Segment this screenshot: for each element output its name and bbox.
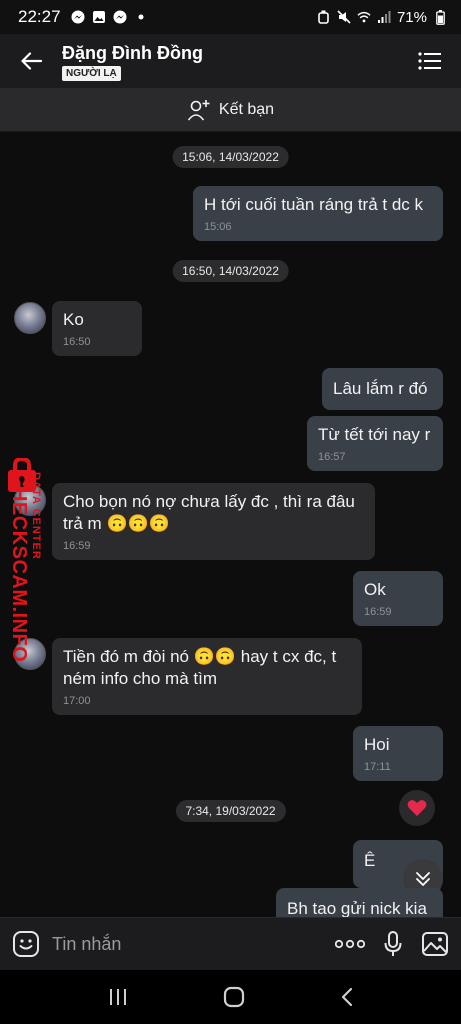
notification-dot-icon	[134, 10, 148, 24]
microphone-icon	[384, 931, 402, 956]
message-text-line1: Cho bọn nó nợ chưa lấy đc , thì ra đâu	[63, 492, 355, 511]
contact-avatar[interactable]	[14, 302, 46, 334]
status-bar: 22:27 71%	[0, 0, 461, 34]
message-text-line2: trả m 🙃🙃🙃	[63, 514, 170, 533]
message-text: Bh tao gửi nick kia	[287, 899, 427, 917]
message-time: 16:50	[63, 336, 91, 348]
options-menu-button[interactable]	[399, 34, 461, 88]
nav-back-button[interactable]	[340, 987, 354, 1007]
message-text: Ok	[364, 580, 386, 599]
add-friend-button[interactable]: Kết bạn	[0, 88, 461, 132]
message-time: 17:00	[63, 695, 91, 707]
status-time: 22:27	[18, 7, 61, 26]
battery-icon	[433, 9, 447, 25]
message-input[interactable]: Tin nhắn	[52, 934, 121, 955]
contact-info[interactable]: Đặng Đình Đồng NGƯỜI LẠ	[62, 42, 203, 81]
message-text: H tới cuối tuần ráng trả t dc k	[204, 195, 424, 214]
message-time: 17:11	[364, 761, 391, 773]
message-text: Ko	[63, 310, 84, 329]
wifi-icon	[357, 10, 371, 24]
alarm-icon	[317, 10, 331, 24]
add-friend-label: Kết bạn	[218, 100, 275, 118]
watermark: DATA CENTER CHECKSCAM.INFO	[4, 456, 48, 678]
date-separator: 16:50, 14/03/2022	[172, 260, 289, 282]
messenger-notification-icon-2	[113, 10, 127, 24]
message-time: 16:57	[318, 451, 346, 463]
message-text: Ê	[364, 851, 376, 870]
emoji-icon	[13, 931, 39, 957]
message-text: Từ tết tới nay r	[318, 425, 431, 444]
nav-home-button[interactable]	[223, 986, 245, 1008]
heart-reaction[interactable]	[399, 790, 435, 826]
chevron-down-icon	[416, 872, 430, 886]
heart-icon	[407, 800, 427, 816]
message-text-line1: Tiền đó m đòi nó 🙃🙃 hay t cx đc, t	[63, 647, 337, 666]
contact-name: Đặng Đình Đồng	[62, 42, 203, 63]
message-text: Lâu lắm r đó	[333, 379, 428, 398]
message-list[interactable]: 15:06, 14/03/2022 H tới cuối tuần ráng t…	[0, 132, 461, 917]
message-incoming[interactable]: Tiền đó m đòi nó 🙃🙃 hay t cx đc, t ném i…	[52, 638, 362, 715]
message-incoming[interactable]: Ko 16:50	[52, 301, 142, 356]
nav-back-icon	[341, 987, 352, 1007]
message-outgoing[interactable]: H tới cuối tuần ráng trả t dc k 15:06	[193, 186, 443, 241]
add-user-icon	[187, 99, 210, 121]
message-outgoing[interactable]: Từ tết tới nay r 16:57	[307, 416, 443, 471]
image-icon	[422, 932, 448, 956]
messenger-notification-icon	[71, 10, 85, 24]
back-arrow-icon	[21, 52, 42, 70]
watermark-line1: DATA CENTER	[30, 472, 42, 560]
date-separator: 7:34, 19/03/2022	[175, 800, 286, 822]
message-outgoing[interactable]: Lâu lắm r đó	[322, 368, 443, 410]
voice-button[interactable]	[383, 930, 403, 958]
message-outgoing[interactable]: Bh tao gửi nick kia	[276, 888, 443, 917]
watermark-line2: CHECKSCAM.INFO	[8, 472, 30, 663]
chat-header: Đặng Đình Đồng NGƯỜI LẠ	[0, 34, 461, 88]
message-time: 16:59	[364, 606, 392, 618]
gallery-notification-icon	[92, 10, 106, 24]
message-time: 16:59	[63, 540, 91, 552]
nav-recent-button[interactable]	[108, 988, 128, 1006]
more-dots-icon	[335, 939, 365, 949]
signal-icon	[377, 10, 391, 24]
message-outgoing[interactable]: Hoi 17:11	[353, 726, 443, 781]
message-text-line2: ném info cho mà tìm	[63, 669, 218, 688]
back-button[interactable]	[0, 34, 62, 88]
message-composer: Tin nhắn	[0, 917, 461, 970]
emoji-button[interactable]	[12, 930, 40, 958]
nav-home-icon	[223, 986, 244, 1008]
stranger-badge: NGƯỜI LẠ	[62, 65, 121, 81]
list-menu-icon	[418, 52, 441, 70]
message-time: 15:06	[204, 221, 232, 233]
date-separator: 15:06, 14/03/2022	[172, 146, 289, 168]
mute-icon	[337, 10, 351, 24]
message-incoming[interactable]: Cho bọn nó nợ chưa lấy đc , thì ra đâu t…	[52, 483, 375, 560]
nav-recent-icon	[109, 989, 126, 1005]
battery-percent: 71%	[396, 8, 427, 26]
more-button[interactable]	[335, 939, 365, 949]
image-button[interactable]	[421, 931, 449, 957]
system-nav-bar	[0, 970, 461, 1024]
message-outgoing[interactable]: Ok 16:59	[353, 571, 443, 626]
message-text: Hoi	[364, 735, 390, 754]
